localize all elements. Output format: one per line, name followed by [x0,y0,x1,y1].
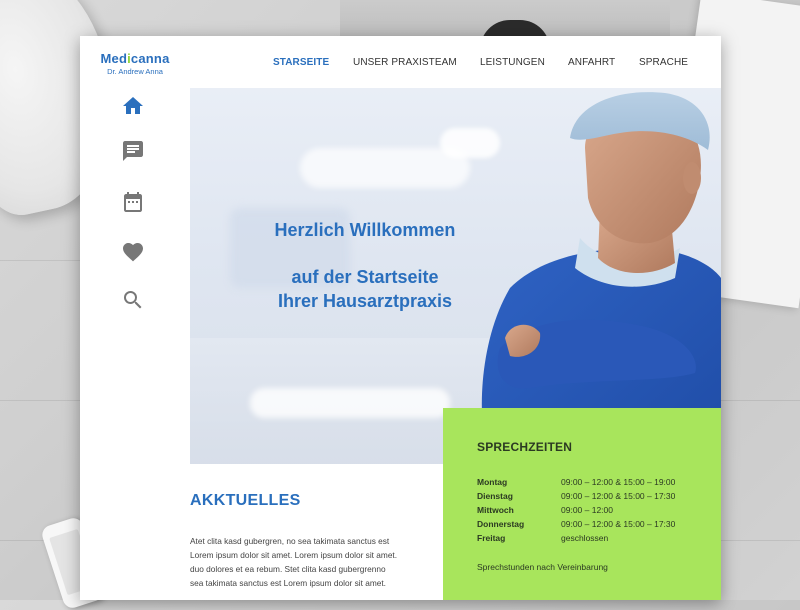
logo-subtitle: Dr. Andrew Anna [107,67,163,76]
hero-subheading: auf der Startseite Ihrer Hausarztpraxis [277,267,453,311]
nav-item-praxisteam[interactable]: UNSER PRAXISTEAM [353,57,457,68]
hours-row: Donnerstag 09:00 – 12:00 & 15:00 – 17:30 [477,519,676,529]
logo[interactable]: Medicanna Dr. Andrew Anna [80,51,190,76]
nav-item-anfahrt[interactable]: ANFAHRT [568,57,615,68]
message-icon[interactable] [121,139,145,163]
news-body: Atet clita kasd gubergren, no sea takima… [190,536,398,588]
nav-item-startseite[interactable]: STARSEITE [273,57,329,68]
logo-wordmark: Medicanna [100,51,170,66]
hero-text: Herzlich Willkommen auf der Startseite I… [240,220,490,313]
hours-row: Dienstag 09:00 – 12:00 & 15:00 – 17:30 [477,491,676,501]
search-icon[interactable] [121,288,145,312]
nav-item-leistungen[interactable]: LEISTUNGEN [480,57,545,68]
nav-item-sprache[interactable]: SPRACHE [639,57,688,68]
news-section: AKKTUELLES Atet clita kasd gubergren, no… [190,464,443,600]
home-icon[interactable] [121,94,145,118]
top-navigation: STARSEITE UNSER PRAXISTEAM LEISTUNGEN AN… [190,36,721,88]
hours-row: Freitag geschlossen [477,533,609,543]
sidebar: Medicanna Dr. Andrew Anna [80,36,190,600]
opening-hours-box: SPRECHZEITEN Montag 09:00 – 12:00 & 15:0… [443,408,721,600]
hours-row: Montag 09:00 – 12:00 & 15:00 – 19:00 [477,477,676,487]
heart-icon[interactable] [121,240,145,264]
website-mockup: Medicanna Dr. Andrew Anna STARSEITE UNSE… [80,36,721,600]
hero-heading: Herzlich Willkommen [274,220,456,240]
news-title: AKKTUELLES [190,492,301,509]
hours-note: Sprechstunden nach Vereinbarung [477,562,608,572]
opening-hours-title: SPRECHZEITEN [477,440,573,454]
calendar-icon[interactable] [121,190,145,214]
hours-row: Mittwoch 09:00 – 12:00 [477,505,613,515]
